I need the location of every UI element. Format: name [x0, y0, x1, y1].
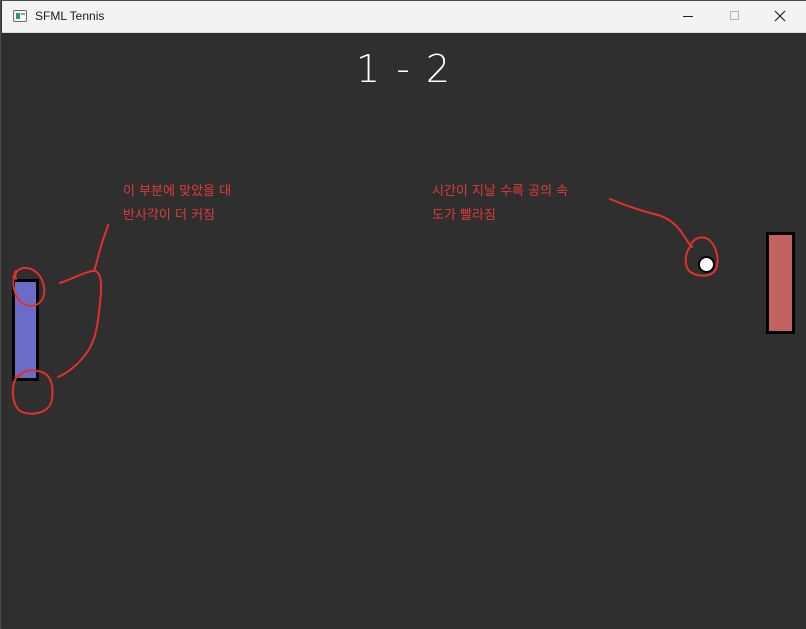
- bracket-line: [57, 269, 102, 378]
- title-bar[interactable]: SFML Tennis: [2, 1, 806, 33]
- bottom-edge-circle: [12, 369, 54, 415]
- window-title: SFML Tennis: [35, 9, 105, 23]
- maximize-button[interactable]: [711, 1, 757, 32]
- app-window: SFML Tennis 1 - 2 이 부분에 맞았을 대 반사각이 더 커짐 …: [0, 0, 806, 629]
- minimize-button[interactable]: [665, 1, 711, 32]
- right-pointer-line: [609, 198, 693, 248]
- red-scribble-annotations: [12, 198, 719, 415]
- app-window-icon: [13, 10, 27, 22]
- game-canvas[interactable]: 1 - 2 이 부분에 맞았을 대 반사각이 더 커짐 시간이 지날 수록 공의…: [2, 33, 806, 629]
- ball-circle: [684, 236, 719, 277]
- close-button[interactable]: [757, 1, 803, 32]
- left-pointer-line: [93, 224, 109, 272]
- top-edge-circle: [12, 267, 46, 307]
- close-icon: [774, 10, 786, 22]
